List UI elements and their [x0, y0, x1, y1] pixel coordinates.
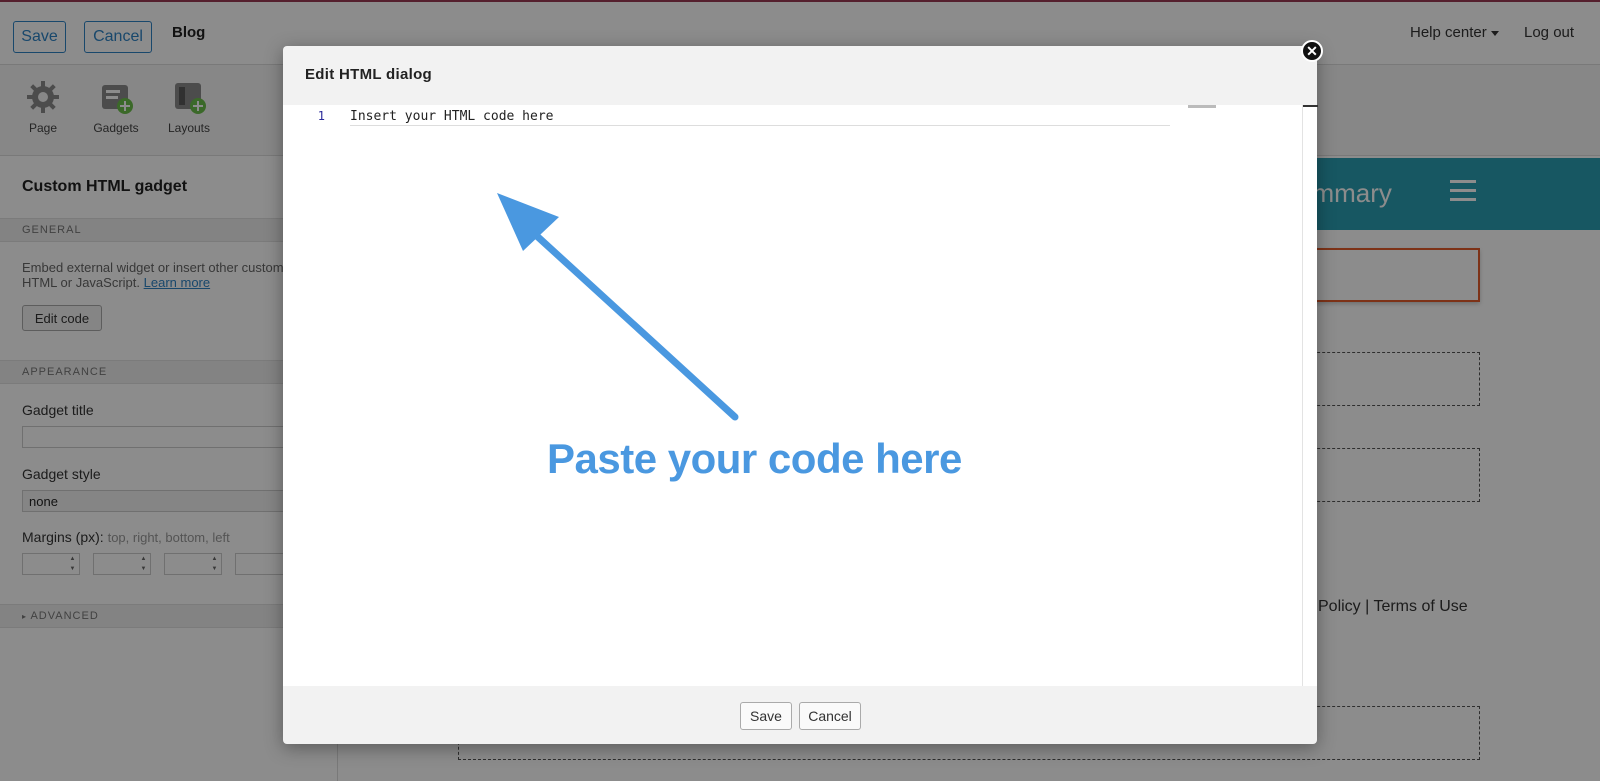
dialog-cancel-button[interactable]: Cancel	[799, 702, 861, 730]
editor-scrollbar[interactable]	[1302, 105, 1318, 686]
arrow-icon	[497, 193, 739, 421]
dialog-title: Edit HTML dialog	[305, 66, 433, 83]
close-icon[interactable]: ✕	[1301, 40, 1323, 62]
code-editor[interactable]: 1 Insert your HTML code here Paste your …	[283, 105, 1302, 686]
paste-instruction: Paste your code here	[547, 435, 962, 482]
edit-html-dialog: Edit HTML dialog ✕ 1 Insert your HTML co…	[283, 40, 1323, 744]
dialog-save-button[interactable]: Save	[740, 702, 792, 730]
